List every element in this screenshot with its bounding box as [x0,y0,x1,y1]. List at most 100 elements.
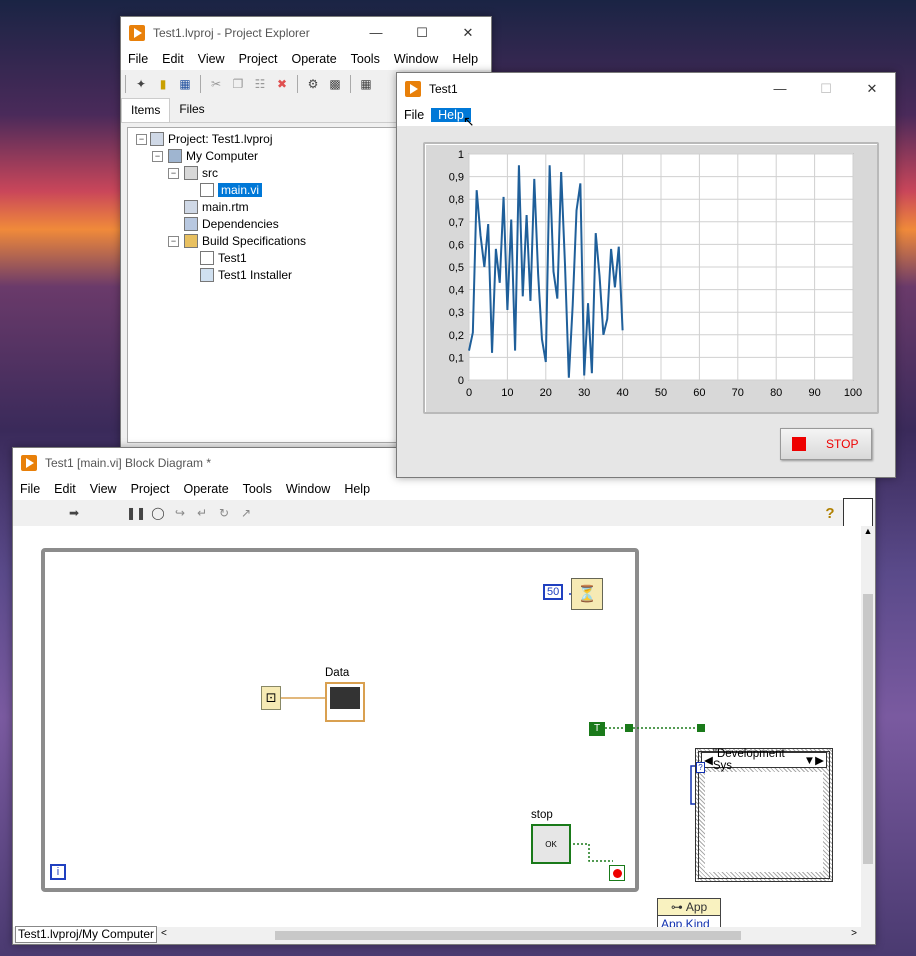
tree-item-build-specs[interactable]: Build Specifications [184,232,306,249]
step-out-icon[interactable]: ↗ [237,504,255,522]
pe-menu-file[interactable]: File [121,52,155,66]
scroll-up-icon[interactable]: ▲ [861,526,875,536]
tree-item-my-computer[interactable]: My Computer [168,147,258,164]
run-arrow-icon[interactable]: ➡ [65,504,83,522]
x-tick-label: 40 [616,387,628,399]
retain-wire-values-icon[interactable]: ↪ [171,504,189,522]
pe-menu-help[interactable]: Help [445,52,485,66]
tree-item-main-rtm[interactable]: main.rtm [184,198,249,215]
diagram-canvas[interactable]: i 50 ⏳ Data ⚀ stop OK T ◀ "Development Sy… [13,526,861,934]
tree-label: Dependencies [202,216,279,231]
collapse-icon[interactable]: − [168,236,179,247]
step-over-icon[interactable]: ↻ [215,504,233,522]
collapse-icon[interactable]: − [168,168,179,179]
minimize-button[interactable]: — [353,17,399,48]
application-icon [200,250,214,265]
step-into-icon[interactable]: ↵ [193,504,211,522]
wait-ms-icon[interactable]: ⏳ [571,578,603,610]
dependencies-icon [184,216,198,231]
help-icon[interactable]: ? [821,504,839,522]
new-icon[interactable]: ✦ [132,75,150,93]
y-tick-label: 0,2 [449,330,464,342]
bd-menu-tools[interactable]: Tools [236,482,279,496]
cut-icon[interactable]: ✂ [207,75,225,93]
stop-button-terminal[interactable]: OK [531,824,571,864]
fp-menu-file[interactable]: File [397,108,431,122]
tree-item-build-test1[interactable]: Test1 [200,249,247,266]
scroll-left-icon[interactable]: < [161,928,167,939]
vertical-scroll-thumb[interactable] [863,594,873,864]
random-number-icon[interactable]: ⚀ [261,686,281,710]
vertical-scrollbar[interactable]: ▲ [861,526,875,927]
maximize-button[interactable]: ☐ [399,17,445,48]
bd-menu-view[interactable]: View [83,482,124,496]
collapse-icon[interactable]: − [136,134,147,145]
minimize-button[interactable]: — [757,73,803,104]
waveform-chart-terminal[interactable] [325,682,365,722]
case-selector-terminal[interactable]: ? [696,762,705,773]
pe-menu-operate[interactable]: Operate [284,52,343,66]
pe-menu-project[interactable]: Project [232,52,285,66]
case-interior[interactable] [705,772,823,872]
tree-label: main.rtm [202,199,249,214]
case-input-tunnel[interactable] [697,724,705,732]
fp-titlebar[interactable]: Test1 — ☐ ✕ [397,73,895,104]
copy-icon[interactable]: ❐ [229,75,247,93]
highlight-execution-icon[interactable]: ◯ [149,504,167,522]
bd-menu-window[interactable]: Window [279,482,337,496]
horizontal-scroll-thumb[interactable] [275,931,741,940]
tree-item-dependencies[interactable]: Dependencies [184,215,279,232]
pe-menu-view[interactable]: View [191,52,232,66]
tab-items[interactable]: Items [121,98,171,122]
y-tick-label: 0,1 [449,352,464,364]
paste-icon[interactable]: ☷ [251,75,269,93]
tree-label: My Computer [186,148,259,163]
build-specs-icon [184,233,198,248]
boolean-true-constant[interactable]: T [589,722,605,736]
scroll-right-icon[interactable]: > [851,928,857,939]
close-button[interactable]: ✕ [849,73,895,104]
waveform-chart: 0 10 20 30 40 50 60 70 80 90 100 0 0,1 0,2 0,3 0,4 0,5 0,… [423,142,879,414]
tree-item-src[interactable]: src [184,164,218,181]
pe-menu-edit[interactable]: Edit [155,52,191,66]
delete-icon[interactable]: ✖ [273,75,291,93]
wait-ms-constant[interactable]: 50 [543,584,564,600]
x-tick-label: 60 [693,387,705,399]
vi-icon[interactable] [843,498,873,528]
fp-title: Test1 [429,81,458,96]
stop-if-true-icon [612,868,622,878]
save-all-icon[interactable]: ▦ [176,75,194,93]
case-selector-label[interactable]: ◀ "Development Sys ▼▶ [701,748,827,772]
loop-condition-terminal[interactable] [609,865,625,881]
bd-menu-edit[interactable]: Edit [47,482,83,496]
tree-item-build-installer[interactable]: Test1 Installer [200,266,292,283]
bd-menu-help[interactable]: Help [337,482,377,496]
left-arrow-icon[interactable]: ◀ [704,753,713,767]
close-button[interactable]: ✕ [445,17,491,48]
tab-files[interactable]: Files [170,98,213,122]
case-structure[interactable]: ◀ "Development Sys ▼▶ [695,748,833,882]
y-tick-label: 0,4 [449,285,464,297]
maximize-button[interactable]: ☐ [803,73,849,104]
collapse-icon[interactable]: − [152,151,163,162]
deploy-icon[interactable]: ▩ [326,75,344,93]
open-folder-icon[interactable]: ▮ [154,75,172,93]
tree-item-project[interactable]: Project: Test1.lvproj [150,130,273,147]
property-class: App [685,900,708,914]
stop-icon [792,437,806,451]
right-arrow-icon[interactable]: ▼▶ [804,753,824,767]
pe-menu-window[interactable]: Window [387,52,445,66]
properties-icon[interactable]: ▦ [357,75,375,93]
bd-menu-operate[interactable]: Operate [176,482,235,496]
bd-menu-file[interactable]: File [13,482,47,496]
build-icon[interactable]: ⚙ [304,75,322,93]
pe-titlebar[interactable]: Test1.lvproj - Project Explorer — ☐ ✕ [121,17,491,48]
pause-icon[interactable]: ❚❚ [126,504,146,522]
tree-item-main-vi[interactable]: main.vi [200,181,263,198]
stop-button[interactable]: STOP [780,428,872,460]
pe-menu-tools[interactable]: Tools [344,52,387,66]
chart-terminal-graphic [330,687,360,709]
bd-menu-project[interactable]: Project [124,482,177,496]
tunnel[interactable] [625,724,633,732]
x-tick-label: 50 [655,387,667,399]
